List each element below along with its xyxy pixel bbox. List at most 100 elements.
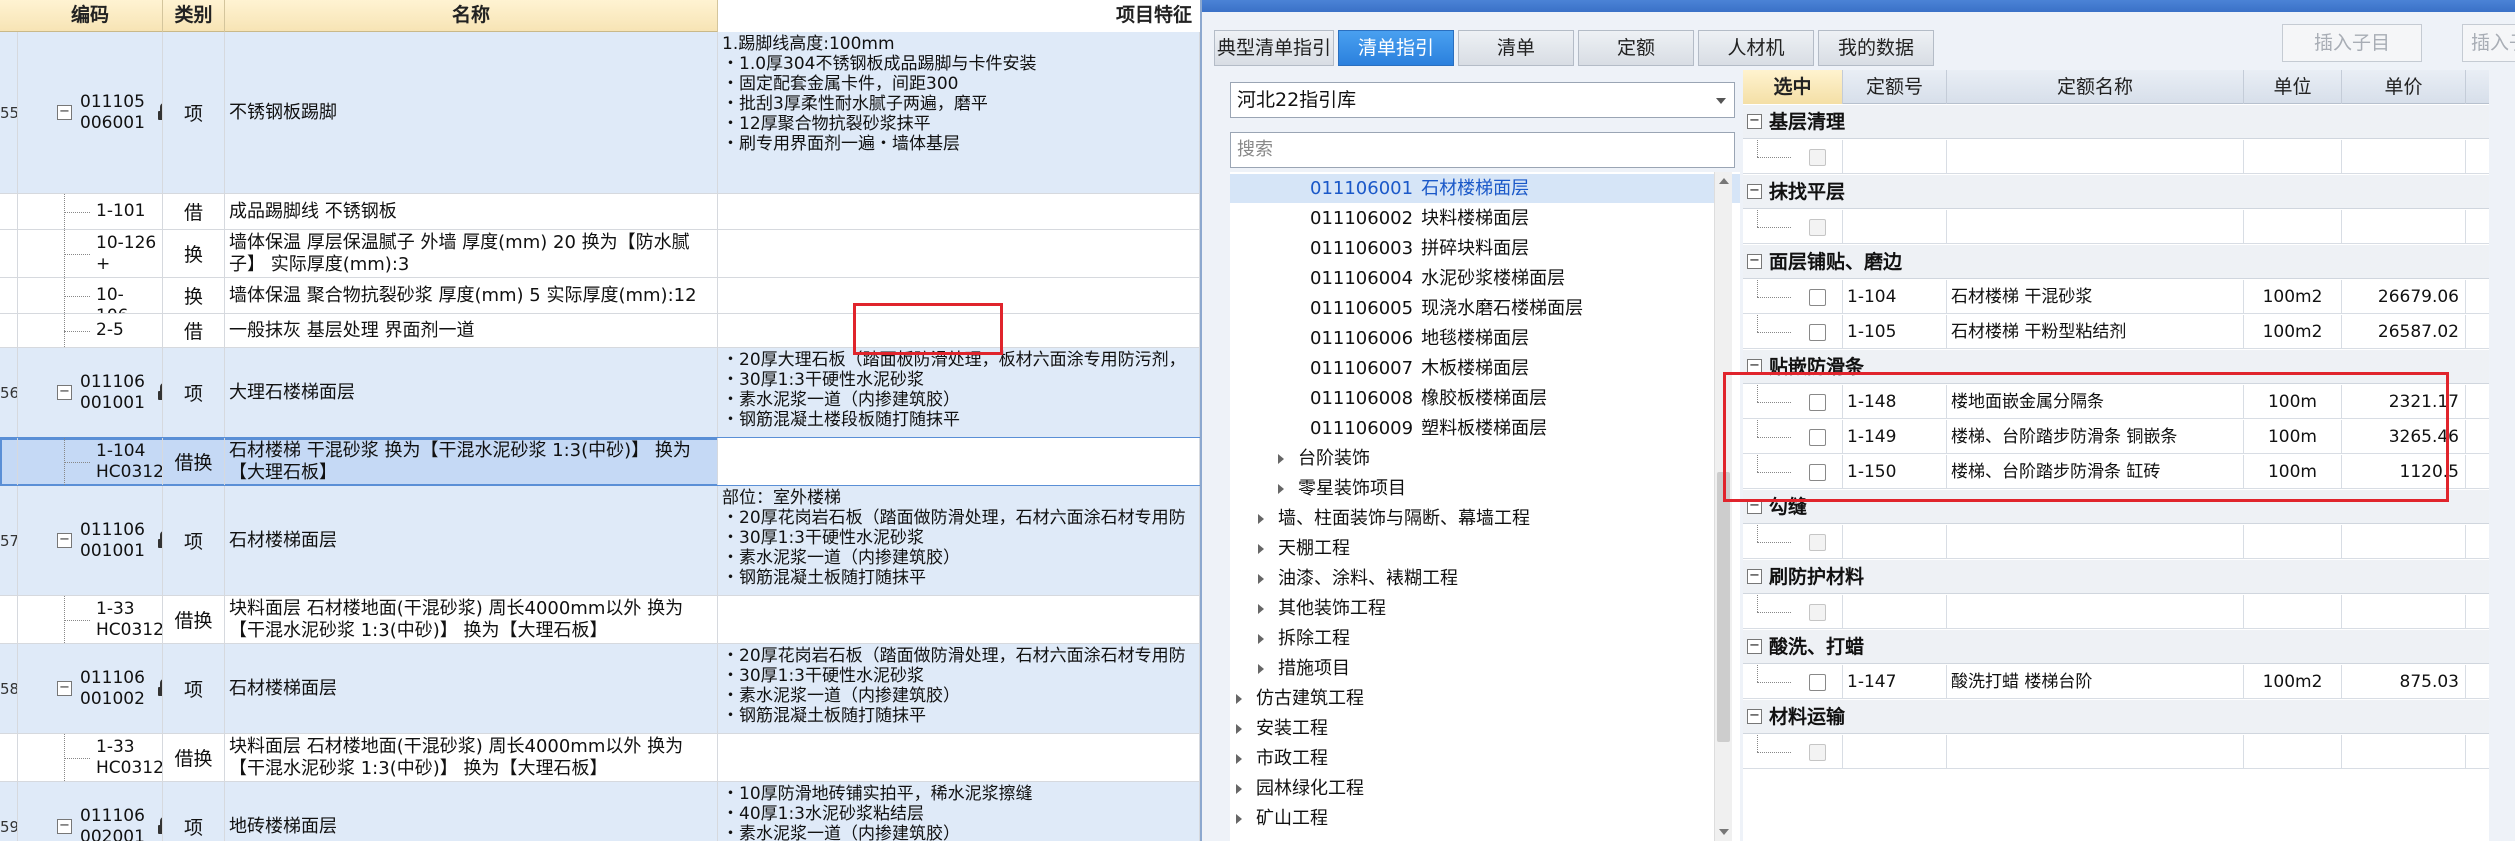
select-checkbox[interactable] — [1809, 604, 1826, 621]
search-input[interactable]: 搜索 — [1230, 132, 1735, 168]
header-type[interactable]: 类别 — [163, 0, 225, 32]
scroll-up-icon[interactable] — [1719, 178, 1729, 184]
quota-group[interactable]: − 刷防护材料 — [1743, 560, 2489, 594]
row-name[interactable]: 成品踢脚线 不锈钢板 — [225, 194, 718, 229]
header-select[interactable]: 选中 — [1743, 70, 1843, 104]
collapse-icon[interactable]: − — [57, 105, 72, 120]
quota-item-row[interactable] — [1743, 210, 2489, 244]
tab-typical-guide[interactable]: 典型清单指引 — [1214, 30, 1334, 66]
collapse-icon[interactable]: − — [57, 819, 72, 834]
tree-item[interactable]: 墙、柱面装饰与隔断、幕墙工程 — [1230, 504, 1740, 533]
bill-row[interactable]: 57−011106 001001 项石材楼梯面层 部位：室外楼梯 ・20厚花岗岩石板（… — [0, 486, 1200, 596]
row-name[interactable]: 石材楼梯面层 — [225, 644, 718, 733]
select-cell[interactable] — [1743, 665, 1843, 699]
tree-item[interactable]: 零星装饰项目 — [1230, 474, 1740, 503]
row-name[interactable]: 石材楼梯面层 — [225, 486, 718, 595]
chevron-right-icon[interactable] — [1258, 544, 1264, 554]
row-name[interactable]: 不锈钢板踢脚 — [225, 32, 718, 193]
tree-item[interactable]: 仿古建筑工程 — [1230, 684, 1740, 713]
scroll-thumb[interactable] — [1717, 472, 1730, 742]
quota-row[interactable]: 1-104HC0312…借换石材楼梯 干混砂浆 换为【干混水泥砂浆 1:3(中砂… — [0, 437, 1200, 487]
chevron-right-icon[interactable] — [1236, 694, 1242, 704]
tree-item[interactable]: 园林绿化工程 — [1230, 774, 1740, 803]
row-code-cell[interactable]: −011106 001001 — [18, 486, 163, 595]
quota-row[interactable]: 2-5 借一般抹灰 基层处理 界面剂一道 — [0, 314, 1200, 348]
row-code-cell[interactable]: 2-5 — [18, 314, 163, 347]
select-cell[interactable] — [1743, 315, 1843, 349]
row-code-cell[interactable]: −011106 001002 — [18, 644, 163, 733]
quota-item-row[interactable] — [1743, 140, 2489, 174]
chevron-right-icon[interactable] — [1278, 454, 1284, 464]
bill-row[interactable]: 56−011106 001001 项大理石楼梯面层 ・20厚大理石板（踏面板防滑处理，… — [0, 348, 1200, 438]
quota-group[interactable]: − 面层铺贴、磨边 — [1743, 245, 2489, 279]
select-checkbox[interactable] — [1809, 674, 1826, 691]
header-name[interactable]: 名称 — [225, 0, 718, 32]
row-feature[interactable] — [718, 230, 1200, 277]
row-name[interactable]: 块料面层 石材楼地面(干混砂浆) 周长4000mm以外 换为【干混水泥砂浆 1:… — [225, 734, 718, 781]
row-code-cell[interactable]: −011105 006001 — [18, 32, 163, 193]
quota-row[interactable]: 1-101 借成品踢脚线 不锈钢板 — [0, 194, 1200, 230]
row-code-cell[interactable]: 10-126 +10-127… — [18, 230, 163, 277]
tree-item[interactable]: 011106005 现浇水磨石楼梯面层 — [1230, 294, 1740, 323]
quota-item-row[interactable] — [1743, 735, 2489, 769]
tab-bill[interactable]: 清单 — [1458, 30, 1574, 66]
select-checkbox[interactable] — [1809, 289, 1826, 306]
row-feature[interactable] — [718, 438, 1200, 485]
chevron-right-icon[interactable] — [1258, 634, 1264, 644]
tree-item[interactable]: 011106001 石材楼梯面层 — [1230, 174, 1740, 203]
chevron-right-icon[interactable] — [1258, 664, 1264, 674]
tree-item[interactable]: 天棚工程 — [1230, 534, 1740, 563]
row-code-cell[interactable]: 10-106… — [18, 278, 163, 313]
row-name[interactable]: 大理石楼梯面层 — [225, 348, 718, 437]
tree-item[interactable]: 台阶装饰 — [1230, 444, 1740, 473]
tree-item[interactable]: 措施项目 — [1230, 654, 1740, 683]
row-feature[interactable]: 1.踢脚线高度:100mm ・1.0厚304不锈钢板成品踢脚与卡件安装 ・固定配… — [718, 32, 1200, 193]
header-code[interactable]: 编码 — [18, 0, 163, 32]
header-quota-name[interactable]: 定额名称 — [1947, 70, 2244, 104]
select-cell[interactable] — [1743, 735, 1843, 769]
chevron-right-icon[interactable] — [1236, 784, 1242, 794]
row-code-cell[interactable]: 1-33HC0312… — [18, 734, 163, 781]
bill-row[interactable]: 58−011106 001002 项石材楼梯面层 ・20厚花岗岩石板（踏面做防滑处理，… — [0, 644, 1200, 734]
tree-item[interactable]: 011106006 地毯楼梯面层 — [1230, 324, 1740, 353]
quota-group[interactable]: − 材料运输 — [1743, 700, 2489, 734]
tree-item[interactable]: 011106009 塑料板楼梯面层 — [1230, 414, 1740, 443]
select-cell[interactable] — [1743, 525, 1843, 559]
row-code-cell[interactable]: 1-33HC0312… — [18, 596, 163, 643]
tree-item[interactable]: 矿山工程 — [1230, 804, 1740, 833]
row-feature[interactable] — [718, 734, 1200, 781]
chevron-right-icon[interactable] — [1258, 574, 1264, 584]
row-code-cell[interactable]: 1-101 — [18, 194, 163, 229]
tree-item[interactable]: 其他装饰工程 — [1230, 594, 1740, 623]
tree-item[interactable]: 拆除工程 — [1230, 624, 1740, 653]
tree-item[interactable]: 011106003 拼碎块料面层 — [1230, 234, 1740, 263]
collapse-icon[interactable]: − — [1747, 114, 1762, 129]
insert-sub-button[interactable]: 插入子目(I — [2462, 24, 2515, 90]
tree-scrollbar[interactable] — [1714, 172, 1732, 841]
quota-group[interactable]: − 基层清理 — [1743, 105, 2489, 139]
select-checkbox[interactable] — [1809, 744, 1826, 761]
select-cell[interactable] — [1743, 140, 1843, 174]
select-checkbox[interactable] — [1809, 324, 1826, 341]
tab-bill-guide[interactable]: 清单指引 — [1338, 30, 1454, 66]
select-cell[interactable] — [1743, 595, 1843, 629]
row-name[interactable]: 石材楼梯 干混砂浆 换为【干混水泥砂浆 1:3(中砂)】 换为【大理石板】 — [225, 438, 718, 485]
row-code-cell[interactable]: −011106 001001 — [18, 348, 163, 437]
chevron-right-icon[interactable] — [1258, 514, 1264, 524]
library-select[interactable]: 河北22指引库 — [1230, 82, 1735, 118]
chevron-right-icon[interactable] — [1236, 724, 1242, 734]
collapse-icon[interactable]: − — [57, 385, 72, 400]
tree-item[interactable]: 市政工程 — [1230, 744, 1740, 773]
row-name[interactable]: 一般抹灰 基层处理 界面剂一道 — [225, 314, 718, 347]
row-name[interactable]: 墙体保温 聚合物抗裂砂浆 厚度(mm) 5 实际厚度(mm):12 — [225, 278, 718, 313]
header-feature[interactable]: 项目特征 — [718, 0, 1200, 32]
bill-row[interactable]: 59−011106 002001 项地砖楼梯面层 ・10厚防滑地砖铺实拍平，稀水泥浆擦… — [0, 782, 1200, 841]
collapse-icon[interactable]: − — [1747, 254, 1762, 269]
tab-my-data[interactable]: 我的数据 — [1818, 30, 1934, 66]
quota-item-row[interactable]: 1-105 石材楼梯 干粉型粘结剂 100m2 26587.02 — [1743, 315, 2489, 349]
tree-item[interactable]: 011106004 水泥砂浆楼梯面层 — [1230, 264, 1740, 293]
quota-item-row[interactable] — [1743, 595, 2489, 629]
row-name[interactable]: 墙体保温 厚层保温腻子 外墙 厚度(mm) 20 换为【防水腻子】 实际厚度(m… — [225, 230, 718, 277]
select-checkbox[interactable] — [1809, 219, 1826, 236]
select-checkbox[interactable] — [1809, 534, 1826, 551]
